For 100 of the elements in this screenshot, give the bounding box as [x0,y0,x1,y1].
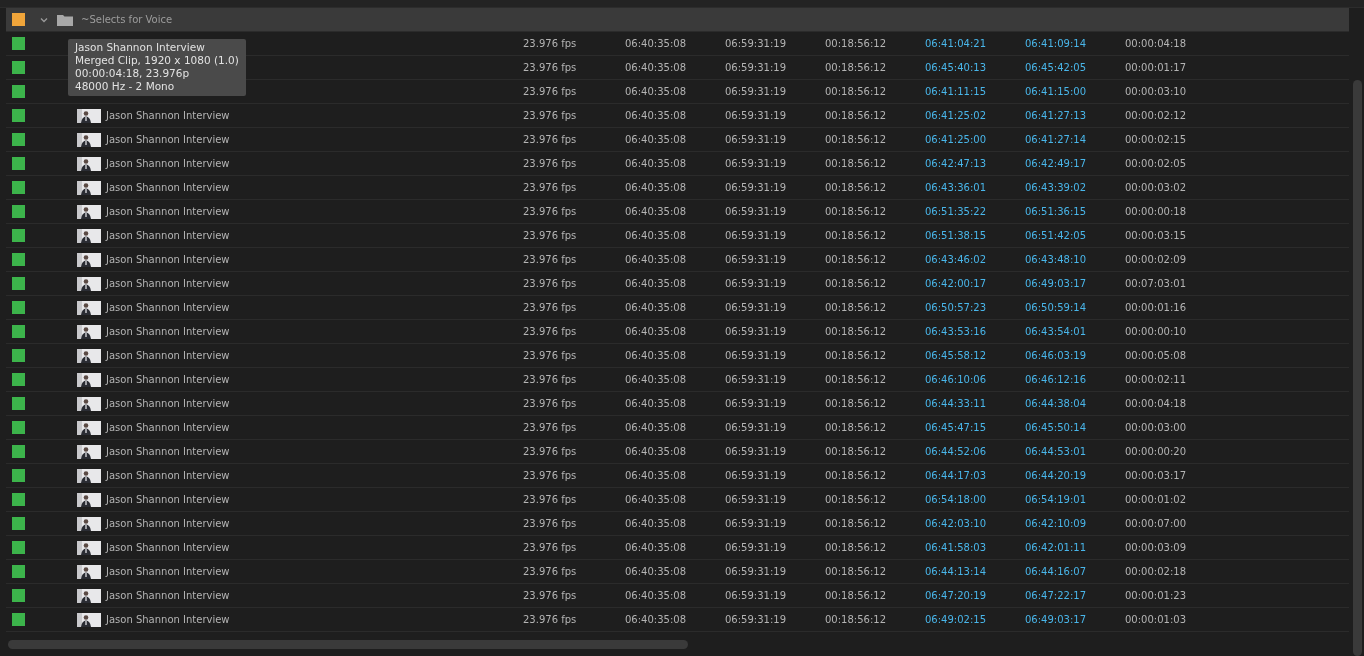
frame-rate-cell-text: 23.976 fps [523,38,578,49]
clip-row[interactable]: Jason Shannon Interview 23.976 fps 06:40:35:08 06:59:31:19 00:18:56:12 06:41:25:02 06:41:27:13 00:00:02:12 [6,104,1349,128]
clip-name: Jason Shannon Interview [106,374,230,385]
clip-row[interactable]: Jason Shannon Interview 23.976 fps 06:40:35:08 06:59:31:19 00:18:56:12 06:42:03:10 06:42:10:09 00:00:07:00 [6,512,1349,536]
clip-row[interactable]: Jason Shannon Interview 23.976 fps 06:40:35:08 06:59:31:19 00:18:56:12 06:43:36:01 06:43:39:02 00:00:03:02 [6,176,1349,200]
in-point-cell-text: 06:43:36:01 [925,182,987,193]
vertical-scrollbar[interactable] [1353,80,1362,656]
clip-row[interactable]: Jason Shannon Interview 23.976 fps 06:40:35:08 06:59:31:19 00:18:56:12 06:47:20:19 06:47:22:17 00:00:01:23 [6,584,1349,608]
clip-row[interactable]: Jason Shannon Interview 23.976 fps 06:40:35:08 06:59:31:19 00:18:56:12 06:43:46:02 06:43:48:10 00:00:02:09 [6,248,1349,272]
media-duration-cell-text: 00:18:56:12 [825,182,887,193]
duration-cell-text: 00:07:03:01 [1125,278,1187,289]
clip-row[interactable]: Jason Shannon Interview 23.976 fps 06:40:35:08 06:59:31:19 00:18:56:12 06:42:47:13 06:42:49:17 00:00:02:05 [6,152,1349,176]
frame-rate-cell-text: 23.976 fps [523,566,578,577]
duration-cell-text: 00:00:00:20 [1125,446,1187,457]
duration-cell-text: 00:00:03:09 [1125,542,1187,553]
clip-row[interactable]: Jason Shannon Interview 23.976 fps 06:40:35:08 06:59:31:19 00:18:56:12 06:46:10:06 06:46:12:16 00:00:02:11 [6,368,1349,392]
clip-row[interactable]: Jason Shannon Interview 23.976 fps 06:40:35:08 06:59:31:19 00:18:56:12 06:54:18:00 06:54:19:01 00:00:01:02 [6,488,1349,512]
clip-row[interactable]: Jason Shannon Interview 23.976 fps 06:40:35:08 06:59:31:19 00:18:56:12 06:45:58:12 06:46:03:19 00:00:05:08 [6,344,1349,368]
media-start-cell-text: 06:40:35:08 [625,374,687,385]
clip-name: Jason Shannon Interview [106,134,230,145]
media-end-cell-text: 06:59:31:19 [725,374,787,385]
in-point-cell-text: 06:47:20:19 [925,590,987,601]
media-start-cell-text: 06:40:35:08 [625,254,687,265]
clip-row[interactable]: Jason Shannon Interview 23.976 fps 06:40:35:08 06:59:31:19 00:18:56:12 06:41:58:03 06:42:01:11 00:00:03:09 [6,536,1349,560]
frame-rate-cell-text: 23.976 fps [523,302,578,313]
clip-name: Jason Shannon Interview [106,158,230,169]
clip-row[interactable]: Jason Shannon Interview 23.976 fps 06:40:35:08 06:59:31:19 00:18:56:12 06:51:38:15 06:51:42:05 00:00:03:15 [6,224,1349,248]
duration-cell-text: 00:00:00:10 [1125,326,1187,337]
duration-cell-text: 00:00:03:02 [1125,182,1187,193]
media-duration-cell-text: 00:18:56:12 [825,230,887,241]
clip-name: Jason Shannon Interview [106,182,230,193]
clip-row[interactable]: Jason Shannon Interview 23.976 fps 06:40:35:08 06:59:31:19 00:18:56:12 06:51:35:22 06:51:36:15 00:00:00:18 [6,200,1349,224]
in-point-cell-text: 06:42:47:13 [925,158,987,169]
out-point-cell-text: 06:50:59:14 [1025,302,1087,313]
clip-row[interactable]: Jason Shannon Interview 23.976 fps 06:40:35:08 06:59:31:19 00:18:56:12 06:44:52:06 06:44:53:01 00:00:00:20 [6,440,1349,464]
frame-rate-cell-text: 23.976 fps [523,398,578,409]
in-point-cell-text: 06:41:25:02 [925,110,987,121]
media-duration-cell-text: 00:18:56:12 [825,326,887,337]
in-point-cell-text: 06:51:35:22 [925,206,987,217]
clip-row[interactable]: Jason Shannon Interview 23.976 fps 06:40:35:08 06:59:31:19 00:18:56:12 06:41:25:00 06:41:27:14 00:00:02:15 [6,128,1349,152]
media-start-cell-text: 06:40:35:08 [625,230,687,241]
out-point-cell-text: 06:46:03:19 [1025,350,1087,361]
media-end-cell-text: 06:59:31:19 [725,446,787,457]
clip-name: Jason Shannon Interview [106,350,230,361]
media-end-cell-text: 06:59:31:19 [725,110,787,121]
in-point-cell-text: 06:50:57:23 [925,302,987,313]
clip-name: Jason Shannon Interview [106,614,230,625]
media-start-cell-text: 06:40:35:08 [625,278,687,289]
frame-rate-cell-text: 23.976 fps [523,446,578,457]
clip-row[interactable]: Jason Shannon Interview 23.976 fps 06:40:35:08 06:59:31:19 00:18:56:12 06:43:53:16 06:43:54:01 00:00:00:10 [6,320,1349,344]
clip-name: Jason Shannon Interview [106,518,230,529]
frame-rate-cell-text: 23.976 fps [523,86,578,97]
media-start-cell-text: 06:40:35:08 [625,38,687,49]
out-point-cell-text: 06:44:38:04 [1025,398,1087,409]
clip-row[interactable]: Jason Shannon Interview 23.976 fps 06:40:35:08 06:59:31:19 00:18:56:12 06:44:17:03 06:44:20:19 00:00:03:17 [6,464,1349,488]
media-end-cell-text: 06:59:31:19 [725,182,787,193]
frame-rate-cell-text: 23.976 fps [523,158,578,169]
media-end-cell-text: 06:59:31:19 [725,38,787,49]
frame-rate-cell-text: 23.976 fps [523,422,578,433]
clip-row[interactable]: Jason Shannon Interview 23.976 fps 06:40:35:08 06:59:31:19 00:18:56:12 06:42:00:17 06:49:03:17 00:07:03:01 [6,272,1349,296]
in-point-cell-text: 06:41:04:21 [925,38,987,49]
in-point-cell-text: 06:51:38:15 [925,230,987,241]
media-start-cell-text: 06:40:35:08 [625,398,687,409]
out-point-cell-text: 06:47:22:17 [1025,590,1087,601]
media-start-cell-text: 06:40:35:08 [625,590,687,601]
out-point-cell-text: 06:45:50:14 [1025,422,1087,433]
media-duration-cell-text: 00:18:56:12 [825,254,887,265]
media-end-cell-text: 06:59:31:19 [725,422,787,433]
media-start-cell-text: 06:40:35:08 [625,302,687,313]
duration-cell-text: 00:00:03:17 [1125,470,1187,481]
media-duration-cell-text: 00:18:56:12 [825,446,887,457]
clip-row[interactable]: Jason Shannon Interview 23.976 fps 06:40:35:08 06:59:31:19 00:18:56:12 06:44:33:11 06:44:38:04 00:00:04:18 [6,392,1349,416]
clip-row[interactable]: Jason Shannon Interview 23.976 fps 06:40:35:08 06:59:31:19 00:18:56:12 06:44:13:14 06:44:16:07 00:00:02:18 [6,560,1349,584]
media-end-cell-text: 06:59:31:19 [725,254,787,265]
media-start-cell-text: 06:40:35:08 [625,158,687,169]
horizontal-scrollbar[interactable] [8,640,688,649]
in-point-cell-text: 06:45:40:13 [925,62,987,73]
media-duration-cell-text: 00:18:56:12 [825,566,887,577]
bin-name: ~Selects for Voice [81,14,173,25]
media-end-cell-text: 06:59:31:19 [725,398,787,409]
media-start-cell-text: 06:40:35:08 [625,614,687,625]
media-end-cell-text: 06:59:31:19 [725,302,787,313]
frame-rate-cell-text: 23.976 fps [523,254,578,265]
clip-row[interactable]: Jason Shannon Interview 23.976 fps 06:40:35:08 06:59:31:19 00:18:56:12 06:49:02:15 06:49:03:17 00:00:01:03 [6,608,1349,632]
out-point-cell-text: 06:44:16:07 [1025,566,1087,577]
out-point-cell-text: 06:45:42:05 [1025,62,1087,73]
clip-row[interactable]: Jason Shannon Interview 23.976 fps 06:40:35:08 06:59:31:19 00:18:56:12 06:50:57:23 06:50:59:14 00:00:01:16 [6,296,1349,320]
media-duration-cell-text: 00:18:56:12 [825,62,887,73]
bin-row[interactable]: ~Selects for Voice [6,8,1349,32]
frame-rate-cell-text: 23.976 fps [523,206,578,217]
out-point-cell-text: 06:49:03:17 [1025,614,1087,625]
tooltip-line: Merged Clip, 1920 x 1080 (1.0) [75,54,239,67]
frame-rate-cell-text: 23.976 fps [523,278,578,289]
out-point-cell-text: 06:44:20:19 [1025,470,1087,481]
media-start-cell-text: 06:40:35:08 [625,182,687,193]
media-end-cell-text: 06:59:31:19 [725,134,787,145]
duration-cell-text: 00:00:02:09 [1125,254,1187,265]
clip-row[interactable]: Jason Shannon Interview 23.976 fps 06:40:35:08 06:59:31:19 00:18:56:12 06:45:47:15 06:45:50:14 00:00:03:00 [6,416,1349,440]
out-point-cell-text: 06:43:39:02 [1025,182,1087,193]
in-point-cell-text: 06:44:52:06 [925,446,987,457]
